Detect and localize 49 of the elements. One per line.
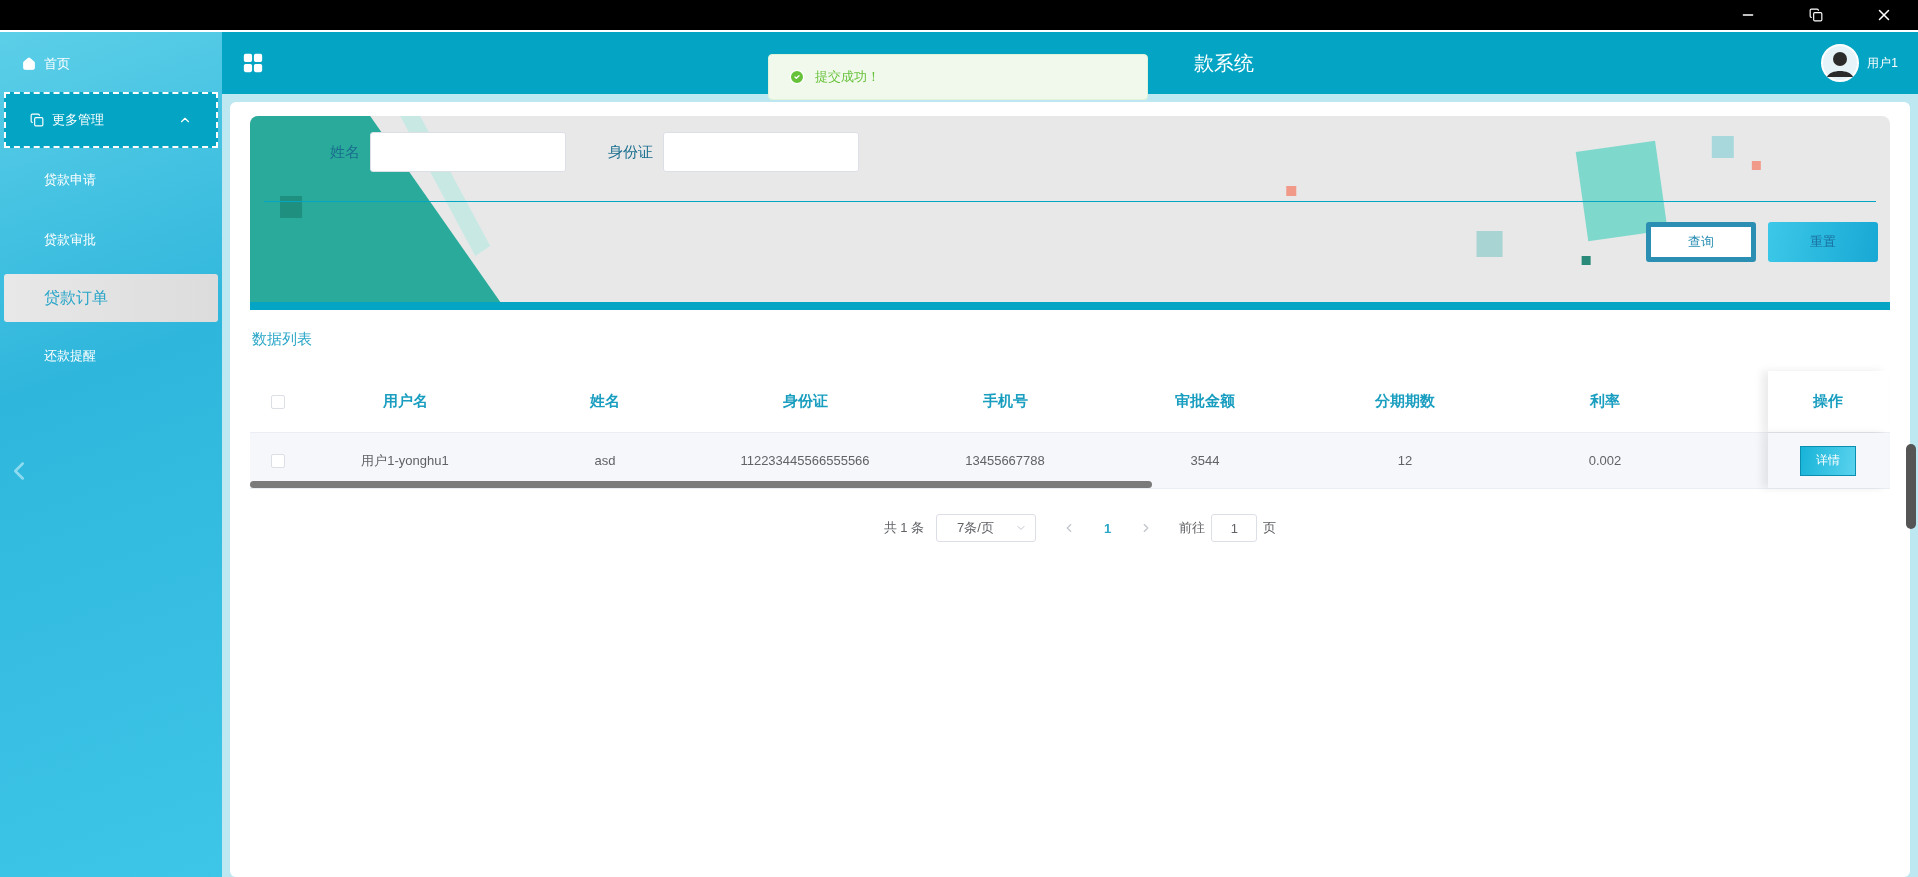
restore-icon[interactable] [1809,8,1823,22]
home-icon [22,57,36,71]
goto-label: 前往 [1179,519,1206,537]
sidebar-group[interactable]: 更多管理 [4,92,218,148]
sidebar-subitem[interactable]: 贷款审批 [4,214,218,266]
table-cell-text: 用户1-yonghu1 [360,451,450,470]
table-cell-text: 12 [1396,453,1414,468]
sidebar-subitem[interactable]: 贷款订单 [4,274,218,322]
sidebar-subitem[interactable]: 还款提醒 [4,330,218,382]
reset-button[interactable]: 重置 [1768,222,1878,262]
sidebar-item[interactable]: 首页 [0,38,222,90]
row-checkbox[interactable] [270,453,285,468]
column-header: 利率 [1589,392,1621,411]
copy-icon [30,113,44,127]
page-number[interactable]: 1 [1088,520,1128,536]
group-label: 更多管理 [52,111,105,129]
search-field[interactable] [663,132,859,172]
avatar-icon[interactable] [1821,44,1860,82]
toast-message: 提交成功！ [815,68,880,86]
user-name[interactable]: 用户1 [1867,54,1898,72]
column-header: 手机号 [981,392,1029,411]
page-suffix: 页 [1263,519,1277,537]
table-cell-text: 0.002 [1587,453,1623,468]
sidebar-subitem[interactable]: 贷款申请 [4,154,218,206]
search-field[interactable] [370,132,566,172]
field-label: 姓名 [330,142,360,162]
column-header: 分期期数 [1374,392,1436,411]
column-header: 姓名 [589,392,621,411]
column-header: 用户名 [381,392,429,411]
check-icon [789,69,805,85]
detail-button[interactable]: 详情 [1800,445,1856,476]
field-label: 身份证 [608,142,653,162]
grid-menu-icon[interactable] [242,52,264,74]
page-title: 款系统 [1194,50,1254,76]
column-header: 操作 [1813,392,1843,411]
select-all-checkbox[interactable] [270,394,285,409]
table-cell-text: 13455667788 [964,453,1046,468]
table-cell-text: 3544 [1189,453,1221,468]
horizontal-scrollbar[interactable] [250,481,1152,488]
table-cell-text: 112233445566555566 [739,453,871,468]
goto-page-field[interactable]: 1 [1211,514,1258,542]
total-count: 共 1 条 [883,519,925,537]
section-title: 数据列表 [252,330,313,349]
vertical-scrollbar[interactable] [1906,444,1916,529]
page-size-select[interactable]: 7条/页 [936,514,1037,542]
search-button[interactable]: 查询 [1646,222,1756,262]
column-header: 审批金额 [1174,392,1236,411]
column-header: 身份证 [781,392,829,411]
table-cell-text: asd [593,453,617,468]
